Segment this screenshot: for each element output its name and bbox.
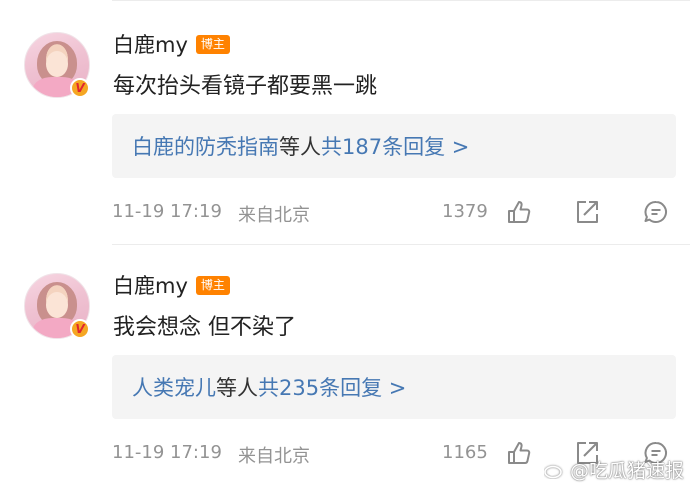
share-icon[interactable] bbox=[574, 199, 600, 225]
avatar[interactable]: V bbox=[24, 32, 90, 98]
comment-location: 来自北京 bbox=[238, 446, 310, 467]
replies-link[interactable]: 白鹿的防秃指南 等人 共187条回复 > bbox=[112, 114, 676, 178]
replies-link[interactable]: 人类宠儿 等人 共235条回复 > bbox=[112, 355, 676, 419]
reply-mid: 等人 bbox=[279, 135, 321, 159]
reply-users[interactable]: 人类宠儿 bbox=[132, 372, 216, 402]
watermark-text: @吃瓜猪速报 bbox=[569, 460, 684, 482]
comment-time: 11-19 17:19 bbox=[112, 201, 222, 222]
avatar[interactable]: V bbox=[24, 273, 90, 339]
username[interactable]: 白鹿my bbox=[113, 29, 188, 59]
blogger-badge: 博主 bbox=[195, 34, 230, 54]
reply-mid: 等人 bbox=[216, 376, 258, 400]
like-count: 1165 bbox=[442, 442, 488, 463]
comment-text: 我会想念 但不染了 bbox=[113, 315, 296, 340]
weibo-logo-icon bbox=[544, 462, 565, 478]
reply-count[interactable]: 共235条回复 > bbox=[258, 372, 406, 402]
thumbs-up-icon[interactable] bbox=[506, 440, 532, 466]
username[interactable]: 白鹿my bbox=[113, 270, 188, 300]
comment-item: V 白鹿my 博主 每次抬头看镜子都要黑一跳 白鹿的防秃指南 等人 共187条回… bbox=[0, 0, 690, 245]
comment-time: 11-19 17:19 bbox=[112, 442, 222, 463]
comment-text: 每次抬头看镜子都要黑一跳 bbox=[113, 74, 378, 99]
watermark: @吃瓜猪速报 bbox=[544, 456, 684, 483]
reply-users[interactable]: 白鹿的防秃指南 bbox=[132, 131, 279, 161]
verified-badge-icon: V bbox=[70, 319, 90, 339]
comment-location: 来自北京 bbox=[238, 205, 310, 226]
verified-badge-icon: V bbox=[70, 78, 90, 98]
comment-icon[interactable] bbox=[643, 199, 669, 225]
thumbs-up-icon[interactable] bbox=[506, 199, 532, 225]
blogger-badge: 博主 bbox=[195, 275, 230, 295]
comment-item: V 白鹿my 博主 我会想念 但不染了 人类宠儿 等人 共235条回复 > 11… bbox=[0, 245, 690, 490]
reply-count[interactable]: 共187条回复 > bbox=[321, 131, 469, 161]
like-count: 1379 bbox=[442, 201, 488, 222]
